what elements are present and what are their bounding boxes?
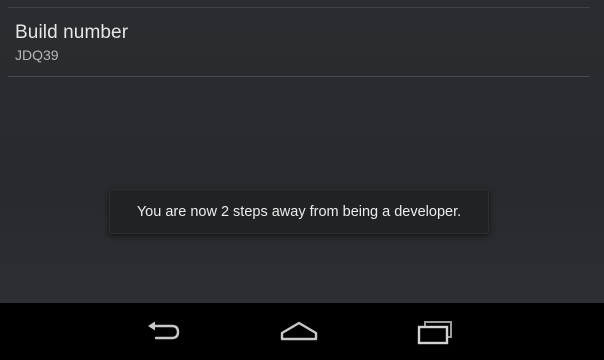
home-button[interactable]	[274, 317, 324, 347]
divider	[8, 76, 590, 77]
home-icon	[280, 321, 318, 341]
build-number-title: Build number	[15, 22, 129, 43]
back-icon	[148, 321, 180, 340]
toast-notification: You are now 2 steps away from being a de…	[109, 189, 489, 234]
build-number-value: JDQ39	[15, 47, 59, 63]
toast-message: You are now 2 steps away from being a de…	[136, 203, 462, 220]
settings-screen: Build number JDQ39 You are now 2 steps a…	[0, 0, 604, 360]
recent-apps-button[interactable]	[410, 317, 460, 347]
recent-apps-icon	[417, 321, 452, 345]
back-button[interactable]	[138, 317, 188, 347]
navigation-bar	[0, 303, 604, 360]
build-number-item[interactable]: Build number JDQ39	[0, 8, 604, 76]
